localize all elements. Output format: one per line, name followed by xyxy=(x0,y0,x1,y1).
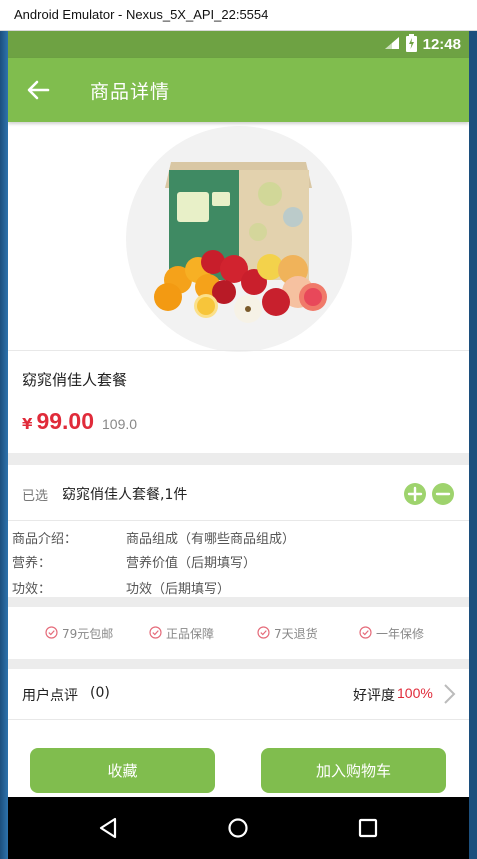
guarantee-item: 79元包邮 xyxy=(45,625,113,642)
signal-icon xyxy=(384,35,400,54)
guarantee-item: 一年保修 xyxy=(359,625,424,642)
window-titlebar: Android Emulator - Nexus_5X_API_22:5554 xyxy=(0,0,477,31)
divider xyxy=(8,520,469,521)
info-label-effect: 功效： xyxy=(12,582,52,597)
product-image-area xyxy=(8,122,469,352)
square-recents-icon xyxy=(353,818,383,847)
original-price: 109.0 xyxy=(102,416,138,432)
check-circle-icon xyxy=(149,625,162,642)
info-label-intro: 商品介绍： xyxy=(12,532,78,547)
info-label-nutrition: 营养： xyxy=(12,556,52,571)
add-to-cart-button-label: 加入购物车 xyxy=(315,762,391,780)
info-value-intro: 商品组成（有哪些商品组成） xyxy=(126,532,296,547)
reviews-count: (0) xyxy=(90,685,110,701)
info-value-nutrition: 营养价值（后期填写） xyxy=(126,556,257,571)
price-row: ¥ 99.00 109.0 xyxy=(22,408,137,435)
section-gap xyxy=(8,659,469,669)
section-gap xyxy=(8,597,469,607)
nav-back-button[interactable] xyxy=(94,813,124,843)
product-image xyxy=(154,162,327,323)
chevron-right-icon[interactable] xyxy=(442,683,456,705)
guarantee-bar: 79元包邮 正品保障 7天退货 一年保修 xyxy=(8,607,469,659)
status-bar: 12:48 xyxy=(8,31,469,58)
quantity-minus-button[interactable] xyxy=(432,483,454,505)
android-nav-bar xyxy=(8,797,469,859)
guarantee-text: 一年保修 xyxy=(376,627,425,641)
guarantee-text: 7天退货 xyxy=(274,627,318,641)
nav-home-button[interactable] xyxy=(223,813,253,843)
guarantee-item: 7天退货 xyxy=(257,625,318,642)
page-title: 商品详情 xyxy=(90,81,171,103)
guarantee-item: 正品保障 xyxy=(149,625,214,642)
window-title: Android Emulator - Nexus_5X_API_22:5554 xyxy=(14,7,269,22)
selected-value: 窈窕俏佳人套餐,1件 xyxy=(62,487,188,503)
product-price: 99.00 xyxy=(36,408,94,434)
rating-value: 100% xyxy=(397,685,433,701)
info-value-effect: 功效（后期填写） xyxy=(126,582,231,597)
emulator-screen: 12:48 商品详情 窈窕俏佳人套餐 ¥ 99.00 109.0 已选 窈窕俏佳… xyxy=(8,31,469,859)
divider xyxy=(8,719,469,720)
rating-label: 好评度 xyxy=(353,688,395,704)
battery-icon xyxy=(405,33,417,56)
check-circle-icon xyxy=(257,625,270,642)
guarantee-text: 正品保障 xyxy=(166,627,215,641)
back-button[interactable] xyxy=(22,74,54,106)
app-bar: 商品详情 xyxy=(8,58,469,122)
arrow-left-icon xyxy=(22,80,54,110)
divider xyxy=(8,350,469,351)
reviews-label: 用户点评 xyxy=(22,688,78,704)
favorite-button-label: 收藏 xyxy=(107,762,138,780)
status-time: 12:48 xyxy=(422,36,461,53)
check-circle-icon xyxy=(45,625,58,642)
nav-recents-button[interactable] xyxy=(353,813,383,843)
plus-circle-icon xyxy=(404,486,426,509)
quantity-plus-button[interactable] xyxy=(404,483,426,505)
minus-circle-icon xyxy=(432,490,454,509)
selected-label: 已选 xyxy=(22,489,49,504)
check-circle-icon xyxy=(359,625,372,642)
triangle-back-icon xyxy=(94,817,124,847)
favorite-button[interactable]: 收藏 xyxy=(30,748,215,793)
add-to-cart-button[interactable]: 加入购物车 xyxy=(261,748,446,793)
currency-symbol: ¥ xyxy=(22,415,33,433)
guarantee-text: 79元包邮 xyxy=(62,627,114,641)
product-name: 窈窕俏佳人套餐 xyxy=(22,371,128,389)
section-gap xyxy=(8,453,469,465)
circle-home-icon xyxy=(223,818,253,847)
